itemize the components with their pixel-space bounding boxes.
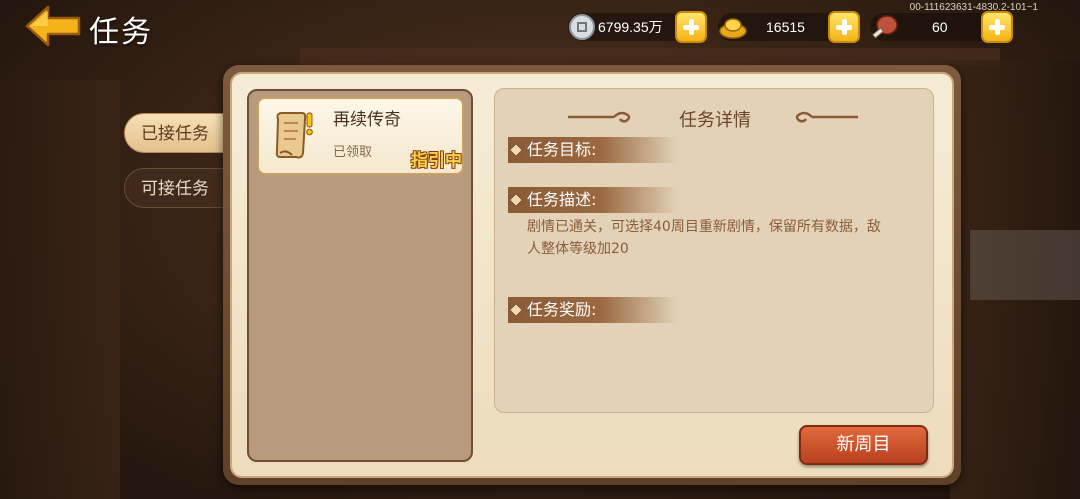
task-description-label: 任务描述: [508,187,678,213]
task-reward-text: 任务奖励: [527,300,597,319]
tab-accepted-tasks[interactable]: 已接任务 [124,113,229,153]
task-name: 再续传奇 [333,110,401,130]
task-goal-text: 任务目标: [527,140,597,159]
stamina-value: 60 [932,19,948,35]
task-status: 已领取 [333,145,373,160]
add-silver-button[interactable] [675,11,707,43]
meat-drumstick-icon [872,15,898,39]
task-card[interactable]: 再续传奇 已领取 指引中 [257,97,464,175]
task-description-label-text: 任务描述: [527,190,597,209]
back-arrow-button[interactable] [24,4,82,48]
silver-coin-icon [569,14,595,40]
task-reward-label: 任务奖励: [508,297,678,323]
new-cycle-button[interactable]: 新周目 [799,425,928,465]
diamond-bullet-icon [508,192,524,208]
diamond-bullet-icon [508,142,524,158]
gold-value: 16515 [766,19,805,35]
add-stamina-button[interactable] [981,11,1013,43]
gold-resource-bar: 16515 [718,13,838,41]
title-ornament-left-icon [568,111,631,123]
page-title: 任务 [89,15,153,50]
scroll-quest-icon [275,112,313,159]
background-shelf [970,230,1080,300]
silver-value: 6799.35万 [598,19,663,35]
add-gold-button[interactable] [828,11,860,43]
background-pillar-left [0,80,120,499]
task-guide-badge: 指引中 [411,151,462,171]
task-goal-label: 任务目标: [508,137,678,163]
background-beam [300,48,1000,66]
back-arrow-icon [25,5,81,47]
task-description-text: 剧情已通关，可选择40周目重新剧情，保留所有数据，敌人整体等级加20 [527,219,881,257]
tab-available-tasks[interactable]: 可接任务 [124,168,229,208]
title-ornament-right-icon [795,111,858,123]
version-label: 00-111623631-4830.2-101~1 [909,2,1038,13]
diamond-bullet-icon [508,302,524,318]
gold-ingot-icon [719,18,747,39]
task-detail-title: 任务详情 [679,110,751,131]
silver-resource-bar: 6799.35万 [568,13,688,41]
